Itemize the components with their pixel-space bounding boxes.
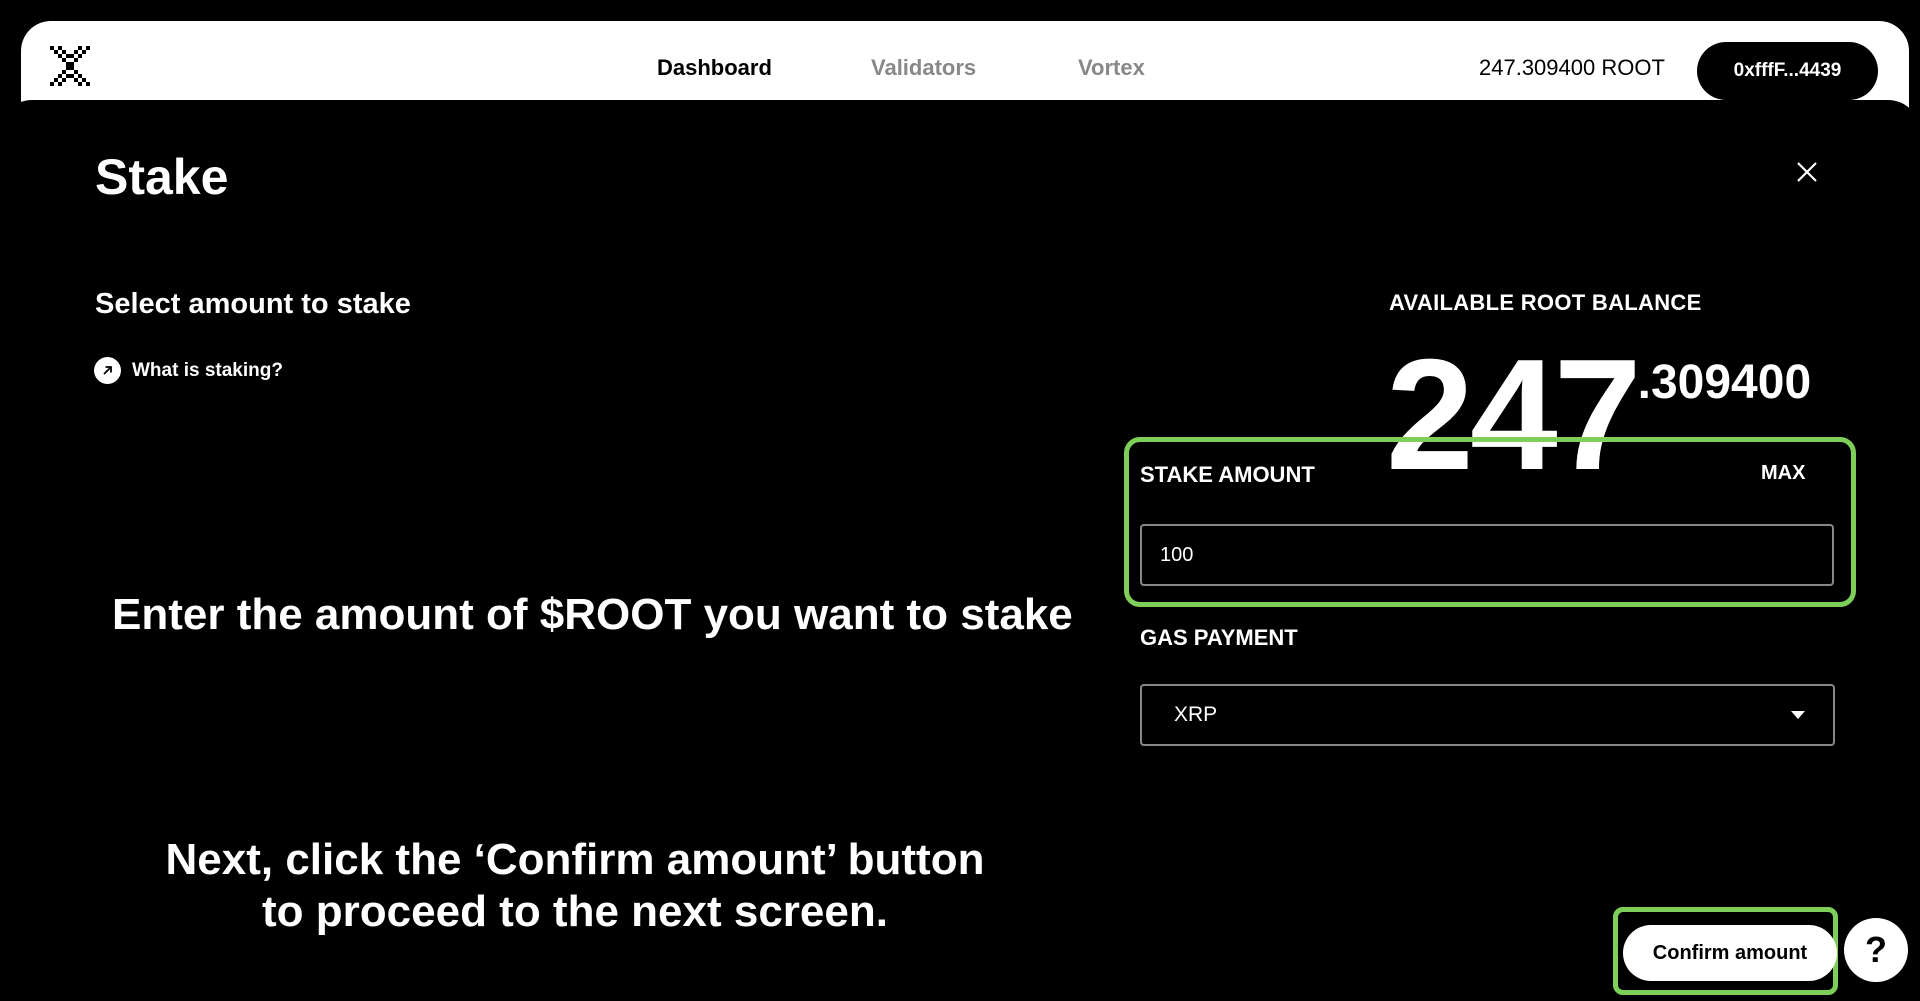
available-balance-label: AVAILABLE ROOT BALANCE <box>1389 290 1702 315</box>
nav-vortex[interactable]: Vortex <box>1078 55 1145 81</box>
header-root-balance: 247.309400 ROOT <box>1479 55 1665 80</box>
nav-dashboard[interactable]: Dashboard <box>657 55 772 81</box>
gas-payment-selected: XRP <box>1174 703 1218 726</box>
caret-down-icon <box>1791 711 1805 719</box>
modal-title: Stake <box>95 149 229 205</box>
instruction-text-confirm: Next, click the ‘Confirm amount’ button … <box>165 835 985 936</box>
nav-validators[interactable]: Validators <box>871 55 976 81</box>
what-is-staking-link[interactable]: What is staking? <box>94 357 283 384</box>
what-is-staking-label: What is staking? <box>132 359 283 381</box>
close-icon[interactable] <box>1793 158 1821 186</box>
instruction-text-enter-amount: Enter the amount of $ROOT you want to st… <box>112 590 1073 639</box>
select-amount-heading: Select amount to stake <box>95 288 411 320</box>
help-fab-button[interactable]: ? <box>1844 918 1908 982</box>
gas-payment-select[interactable]: XRP <box>1140 684 1835 746</box>
stake-amount-label: STAKE AMOUNT <box>1140 462 1315 487</box>
wallet-address-button[interactable]: 0xfffF...4439 <box>1697 42 1878 100</box>
app-logo-icon[interactable] <box>50 46 90 86</box>
gas-payment-label: GAS PAYMENT <box>1140 625 1298 650</box>
confirm-amount-button[interactable]: Confirm amount <box>1623 925 1837 981</box>
balance-decimal: .309400 <box>1637 356 1812 409</box>
arrow-up-right-icon <box>94 357 121 384</box>
max-button[interactable]: MAX <box>1761 462 1805 485</box>
stake-amount-input[interactable] <box>1140 524 1834 586</box>
